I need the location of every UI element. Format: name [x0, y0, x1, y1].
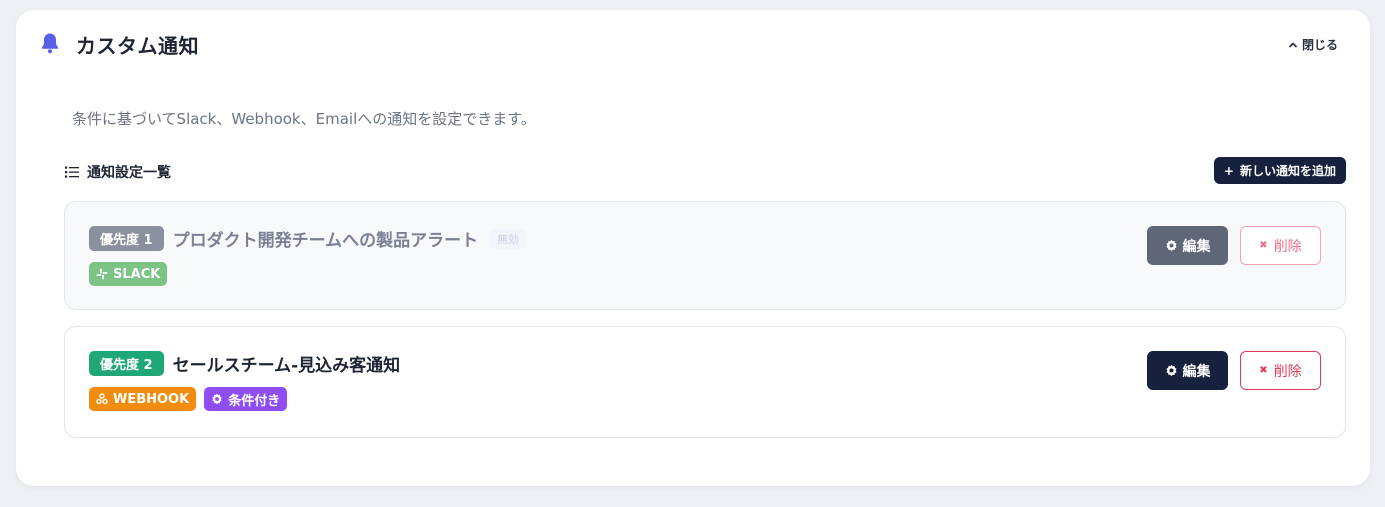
- edit-label: 編集: [1182, 363, 1211, 380]
- channel-tags: WEBHOOK 条件付き: [89, 387, 288, 411]
- add-notification-button[interactable]: + 新しい通知を追加: [1213, 157, 1346, 184]
- priority-badge: 優先度 2: [89, 351, 164, 376]
- chevron-up-icon: [1289, 42, 1297, 47]
- panel-header: カスタム通知 閉じる: [16, 10, 1370, 82]
- tag-label: SLACK: [113, 266, 161, 282]
- gear-icon: [212, 393, 222, 405]
- tag-label: 条件付き: [228, 393, 281, 409]
- edit-label: 編集: [1182, 238, 1211, 255]
- bell-icon: [42, 33, 58, 54]
- status-badge: 無効: [491, 228, 526, 249]
- delete-label: 削除: [1273, 363, 1302, 380]
- close-x-icon: ✖: [1259, 365, 1268, 376]
- close-label: 閉じる: [1301, 38, 1338, 52]
- list-icon: [65, 166, 79, 178]
- priority-badge: 優先度 1: [89, 226, 164, 251]
- close-x-icon: ✖: [1259, 240, 1268, 251]
- custom-notifications-panel: カスタム通知 閉じる 条件に基づいてSlack、Webhook、Emailへの通…: [16, 10, 1370, 486]
- webhook-icon: [96, 393, 108, 405]
- edit-button[interactable]: 編集: [1147, 226, 1228, 265]
- notification-name: プロダクト開発チームへの製品アラート: [172, 231, 479, 251]
- close-button[interactable]: 閉じる: [1288, 36, 1338, 53]
- list-heading: 通知設定一覧: [65, 162, 171, 182]
- add-notification-label: 新しい通知を追加: [1239, 164, 1336, 178]
- notification-name: セールスチーム-見込み客通知: [172, 356, 401, 376]
- edit-button[interactable]: 編集: [1147, 351, 1228, 390]
- card-header: 優先度 1 プロダクト開発チームへの製品アラート 無効: [89, 226, 526, 251]
- notification-card: 優先度 1 プロダクト開発チームへの製品アラート 無効 SLACK 編集 ✖ 削…: [64, 201, 1346, 310]
- card-header: 優先度 2 セールスチーム-見込み客通知: [89, 351, 400, 376]
- tag-label: WEBHOOK: [113, 391, 190, 407]
- tag-conditional: 条件付き: [204, 387, 288, 411]
- plus-icon: +: [1223, 163, 1234, 178]
- slack-icon: [96, 268, 108, 280]
- delete-button[interactable]: ✖ 削除: [1240, 226, 1321, 265]
- delete-label: 削除: [1273, 238, 1302, 255]
- channel-tags: SLACK: [89, 262, 168, 286]
- list-heading-label: 通知設定一覧: [87, 165, 171, 181]
- page-title: カスタム通知: [76, 34, 199, 58]
- gear-icon: [1165, 239, 1177, 252]
- gear-icon: [1165, 364, 1177, 377]
- panel-description: 条件に基づいてSlack、Webhook、Emailへの通知を設定できます。: [72, 110, 536, 128]
- tag-webhook: WEBHOOK: [89, 387, 197, 411]
- delete-button[interactable]: ✖ 削除: [1240, 351, 1321, 390]
- notification-card: 優先度 2 セールスチーム-見込み客通知 WEBHOOK 条件付き 編集 ✖ 削…: [64, 326, 1346, 438]
- tag-slack: SLACK: [89, 262, 168, 286]
